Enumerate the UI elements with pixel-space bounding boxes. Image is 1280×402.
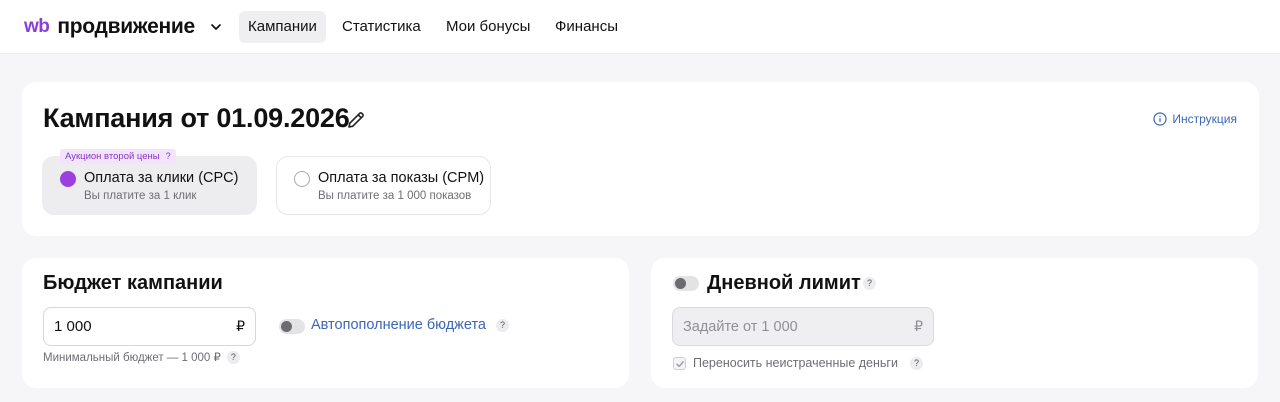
tab-statistics[interactable]: Статистика [333,11,430,43]
min-budget-text: Минимальный бюджет — 1 000 ₽ [43,352,221,364]
pencil-icon[interactable] [345,109,367,131]
option-subtitle: Вы платите за 1 000 показов [318,190,472,202]
product-name: продвижение [57,15,195,38]
daily-limit-card: Дневной лимит ? Задайте от 1 000 ₽ Перен… [651,258,1258,388]
budget-card: Бюджет кампании 1 000 ₽ Минимальный бюдж… [22,258,629,388]
autorefill-label[interactable]: Автопополнение бюджета [311,317,486,333]
instruction-link[interactable]: Инструкция [1153,112,1237,126]
option-subtitle: Вы платите за 1 клик [84,190,197,202]
currency-sign: ₽ [914,318,923,334]
product-switcher[interactable]: wb продвижение [24,14,223,40]
wb-logo: wb [24,16,50,37]
tab-finance[interactable]: Финансы [546,11,627,43]
daily-limit-input[interactable]: Задайте от 1 000 ₽ [672,307,934,346]
page-title: Кампания от 01.09.2026 [43,103,350,133]
tab-campaigns[interactable]: Кампании [239,11,326,43]
auction-badge-label: Аукцион второй цены [65,151,160,162]
help-icon[interactable]: ? [496,319,509,332]
carry-over-label[interactable]: Переносить неистраченные деньги [693,356,898,370]
instruction-label: Инструкция [1172,112,1237,126]
help-icon[interactable]: ? [910,357,923,370]
daily-limit-placeholder: Задайте от 1 000 [683,319,798,335]
currency-sign: ₽ [236,318,245,334]
radio-selected[interactable] [60,171,76,187]
campaign-card: Кампания от 01.09.2026 Инструкция Оплата… [22,82,1259,236]
radio-unselected[interactable] [294,171,310,187]
budget-title: Бюджет кампании [43,272,223,294]
payment-option-cpc[interactable]: Оплата за клики (CPC) Вы платите за 1 кл… [42,156,257,215]
daily-limit-title: Дневной лимит [707,272,861,294]
budget-input[interactable]: 1 000 ₽ [43,307,256,346]
top-nav: wb продвижение Кампании Статистика Мои б… [0,0,1280,54]
option-title: Оплата за клики (CPC) [84,170,239,186]
autorefill-toggle[interactable] [279,319,305,334]
help-icon[interactable]: ? [166,149,171,164]
help-icon[interactable]: ? [863,277,876,290]
check-icon [676,361,684,368]
chevron-down-icon [211,24,221,30]
carry-over-checkbox[interactable] [673,357,686,370]
payment-option-cpm[interactable]: Оплата за показы (CPM) Вы платите за 1 0… [276,156,491,215]
daily-limit-toggle[interactable] [673,276,699,291]
info-icon [1153,112,1167,126]
min-budget-hint: Минимальный бюджет — 1 000 ₽ ? [43,350,240,364]
toggle-knob [675,278,686,289]
toggle-knob [281,321,292,332]
auction-badge: Аукцион второй цены ? [60,149,176,164]
budget-value: 1 000 [54,318,92,335]
help-icon[interactable]: ? [226,350,240,364]
option-title: Оплата за показы (CPM) [318,170,485,186]
tab-my-bonuses[interactable]: Мои бонусы [437,11,539,43]
